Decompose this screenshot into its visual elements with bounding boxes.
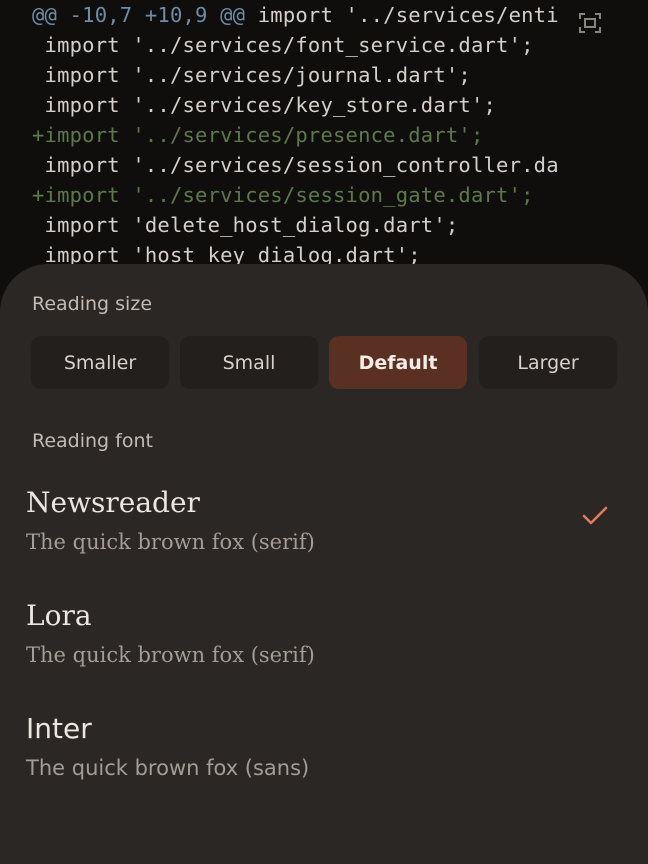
- reading-size-selector: Smaller Small Default Larger: [31, 336, 617, 389]
- font-sample: The quick brown fox (serif): [26, 530, 315, 554]
- diff-line-added: +import '../services/presence.dart';: [32, 123, 484, 147]
- font-sample: The quick brown fox (serif): [26, 643, 315, 667]
- diff-line: import 'delete_host_dialog.dart';: [32, 213, 459, 237]
- font-sample: The quick brown fox (sans): [26, 756, 310, 780]
- check-icon: [582, 506, 608, 525]
- font-name: Lora: [26, 599, 92, 632]
- reading-size-label: Reading size: [32, 293, 153, 315]
- reading-settings-sheet: Reading size Smaller Small Default Large…: [0, 264, 648, 864]
- diff-line: import '../services/journal.dart';: [32, 63, 471, 87]
- diff-line: import '../services/font_service.dart';: [32, 33, 534, 57]
- font-option-lora[interactable]: Lora The quick brown fox (serif): [26, 599, 626, 699]
- hunk-marker: @@ -10,7 +10,9 @@: [32, 3, 246, 27]
- diff-line: import '../services/key_store.dart';: [32, 93, 497, 117]
- size-option-small[interactable]: Small: [180, 336, 318, 389]
- diff-line-added: +import '../services/session_gate.dart';: [32, 183, 534, 207]
- font-option-newsreader[interactable]: Newsreader The quick brown fox (serif): [26, 486, 626, 586]
- expand-icon[interactable]: [578, 12, 602, 34]
- diff-view: @@ -10,7 +10,9 @@ import '../services/en…: [0, 0, 648, 300]
- hunk-context: import '../services/enti: [245, 3, 559, 27]
- reading-font-label: Reading font: [32, 430, 153, 452]
- size-option-larger[interactable]: Larger: [479, 336, 617, 389]
- font-option-inter[interactable]: Inter The quick brown fox (sans): [26, 712, 626, 812]
- diff-line: import '../services/session_controller.d…: [32, 153, 559, 177]
- size-option-smaller[interactable]: Smaller: [31, 336, 169, 389]
- diff-hunk-header: @@ -10,7 +10,9 @@ import '../services/en…: [32, 0, 559, 30]
- font-name: Inter: [26, 712, 92, 745]
- font-name: Newsreader: [26, 486, 200, 519]
- size-option-default[interactable]: Default: [329, 336, 467, 389]
